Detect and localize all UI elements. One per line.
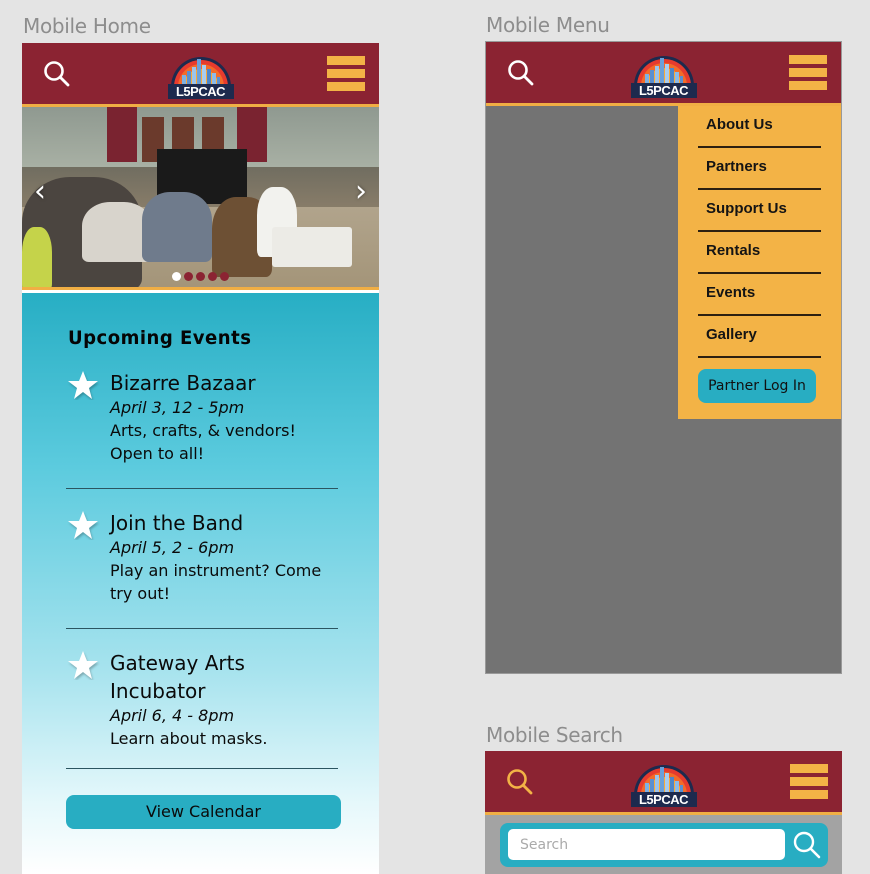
nav-item-events[interactable]: Events [698,274,821,316]
event-item[interactable]: Join the Band April 5, 2 - 6pm Play an i… [66,509,338,629]
event-title: Join the Band [110,511,244,535]
carousel-indicators [172,272,229,281]
events-heading: Upcoming Events [68,327,252,349]
carousel-dot[interactable] [172,272,181,281]
search-input[interactable] [508,829,785,860]
search-button[interactable] [42,59,72,89]
star-icon [68,651,98,679]
chevron-left-icon: ‹ [34,174,46,209]
carousel-dot[interactable] [196,272,205,281]
upcoming-events-section: Upcoming Events Bizarre Bazaar April 3, … [22,293,379,874]
logo-text: L5PCAC [167,84,234,99]
carousel-next-button[interactable]: › [355,177,367,207]
nav-item-support-us[interactable]: Support Us [698,190,821,232]
event-date: April 3, 12 - 5pm [110,398,245,417]
carousel-dot[interactable] [220,272,229,281]
event-item[interactable]: Bizarre Bazaar April 3, 12 - 5pm Arts, c… [66,369,338,489]
mobile-menu-frame: L5PCAC About Us Partners Support Us Rent… [485,41,842,674]
site-logo[interactable]: L5PCAC [630,755,697,807]
logo-text: L5PCAC [630,792,697,807]
hamburger-menu-icon [327,56,367,91]
chevron-right-icon: › [355,174,367,209]
search-icon [793,831,821,859]
hamburger-menu-icon [789,55,829,90]
site-logo[interactable]: L5PCAC [630,46,697,98]
event-description: Arts, crafts, & vendors! Open to all! [110,421,296,463]
star-icon [68,371,98,399]
event-title: Bizarre Bazaar [110,371,256,395]
search-panel [500,823,828,867]
search-icon [44,61,70,87]
star-icon [68,511,98,539]
site-header: L5PCAC [485,751,842,815]
partner-login-button[interactable]: Partner Log In [698,369,816,403]
hamburger-menu-icon [790,764,830,799]
logo-text: L5PCAC [630,83,697,98]
search-button[interactable] [506,58,536,88]
nav-item-partners[interactable]: Partners [698,148,821,190]
site-header: L5PCAC [22,43,379,107]
frame-label-menu: Mobile Menu [486,13,610,37]
search-submit-button[interactable] [792,829,822,861]
mobile-search-frame: L5PCAC [485,751,842,874]
image-carousel: ‹ › [22,107,379,290]
mobile-home-frame: L5PCAC ‹ › Upcoming Events Bizarre Bazaa… [22,43,379,874]
carousel-dot[interactable] [208,272,217,281]
search-icon [507,769,533,795]
nav-drawer: About Us Partners Support Us Rentals Eve… [678,106,841,419]
view-calendar-button[interactable]: View Calendar [66,795,341,829]
carousel-prev-button[interactable]: ‹ [34,177,46,207]
event-date: April 5, 2 - 6pm [110,538,235,557]
hamburger-menu-button[interactable] [790,764,830,800]
search-button[interactable] [505,767,535,797]
frame-label-home: Mobile Home [23,14,151,38]
event-description: Learn about masks. [110,729,268,748]
site-logo[interactable]: L5PCAC [167,47,234,99]
event-title: Gateway Arts Incubator [110,651,245,703]
frame-label-search: Mobile Search [486,723,623,747]
hamburger-menu-button[interactable] [789,55,829,91]
hamburger-menu-button[interactable] [327,56,367,92]
nav-item-rentals[interactable]: Rentals [698,232,821,274]
nav-item-about-us[interactable]: About Us [698,106,821,148]
event-description: Play an instrument? Come try out! [110,561,322,603]
event-date: April 6, 4 - 8pm [110,706,235,725]
nav-item-gallery[interactable]: Gallery [698,316,821,358]
site-header: L5PCAC [486,42,841,106]
search-icon [508,60,534,86]
event-item[interactable]: Gateway Arts Incubator April 6, 4 - 8pm … [66,649,338,769]
carousel-dot[interactable] [184,272,193,281]
